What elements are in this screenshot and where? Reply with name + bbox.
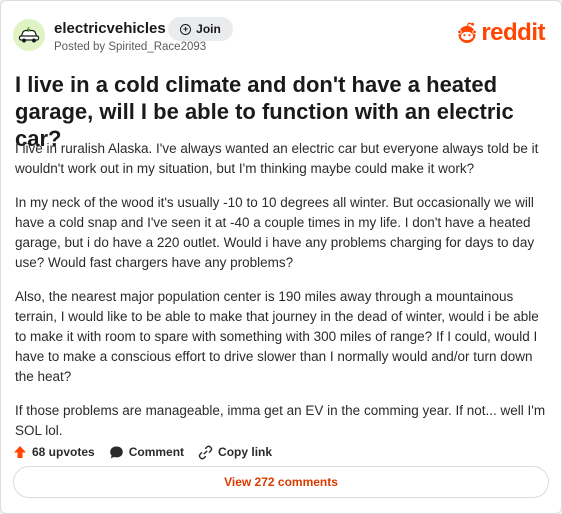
copy-link-button[interactable]: Copy link [198, 445, 272, 460]
ev-car-icon [18, 26, 40, 43]
upvote-button[interactable]: 68 upvotes [13, 445, 95, 459]
reddit-alien-icon [457, 22, 478, 43]
post-paragraph: Also, the nearest major population cente… [15, 289, 539, 384]
view-comments-button[interactable]: View 272 comments [13, 466, 549, 498]
post-body: I live in ruralish Alaska. I've always w… [15, 139, 553, 455]
post-paragraph: I live in ruralish Alaska. I've always w… [15, 141, 539, 176]
comment-label: Comment [128, 445, 185, 459]
copy-link-label: Copy link [218, 445, 273, 459]
subreddit-name[interactable]: electricvehicles [54, 20, 166, 37]
post-paragraph: If those problems are manageable, imma g… [15, 403, 546, 438]
plus-circle-icon: + [180, 23, 192, 35]
reddit-wordmark: reddit [481, 19, 545, 46]
upvote-count: 68 upvotes [32, 445, 95, 459]
subreddit-avatar[interactable] [13, 19, 45, 51]
reddit-logo[interactable]: reddit [455, 21, 545, 45]
post-actions: 68 upvotes Comment Copy link [13, 442, 286, 462]
post-header: electricvehicles Posted by Spirited_Race… [13, 17, 549, 57]
posted-by[interactable]: Posted by Spirited_Race2093 [54, 41, 206, 53]
post-paragraph: In my neck of the wood it's usually -10 … [15, 195, 535, 270]
comment-bubble-icon [109, 446, 123, 458]
upvote-arrow-icon [14, 446, 26, 458]
join-button[interactable]: + Join [168, 17, 233, 41]
link-icon [198, 445, 213, 459]
comment-button[interactable]: Comment [109, 445, 184, 460]
join-label: Join [196, 22, 221, 36]
post-card: electricvehicles Posted by Spirited_Race… [0, 0, 562, 514]
